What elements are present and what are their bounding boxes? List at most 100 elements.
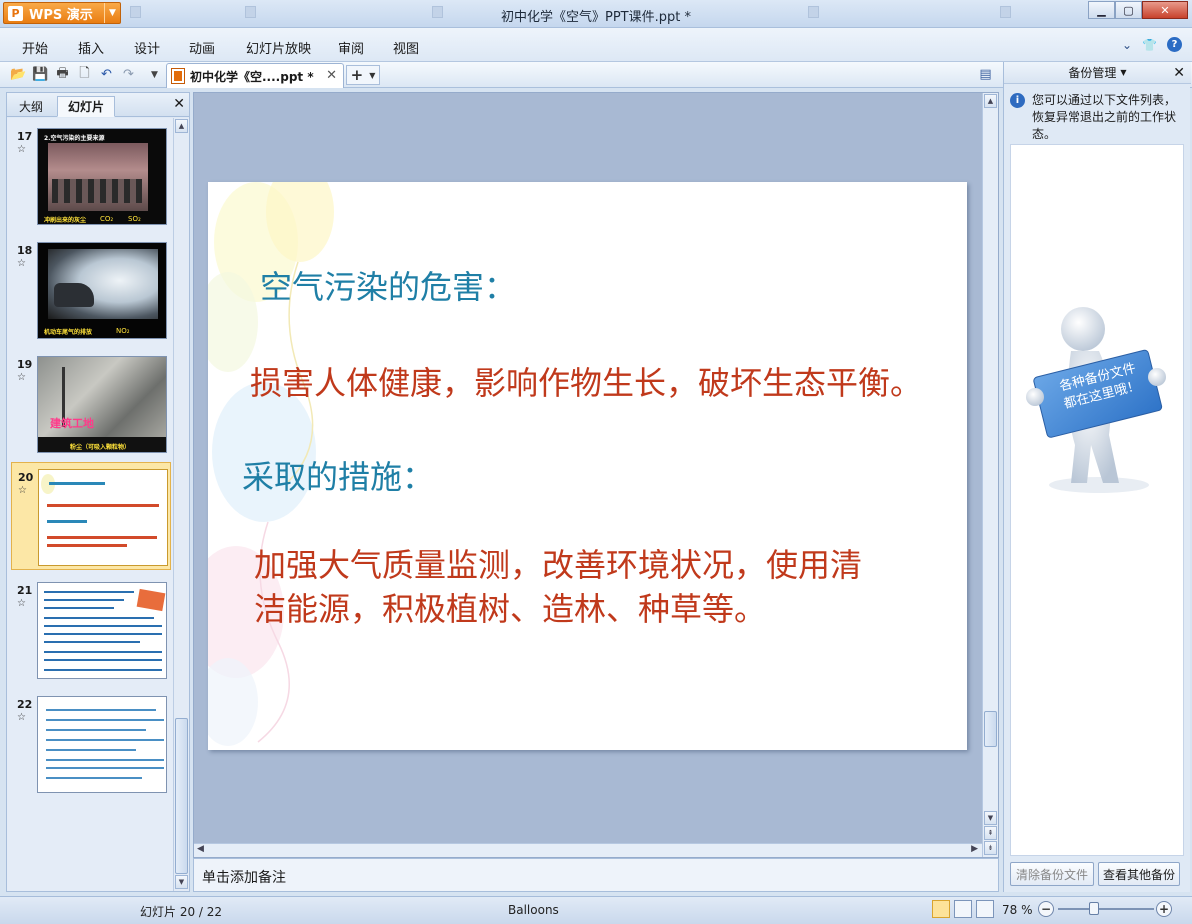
redo-icon[interactable]: ↷ (120, 66, 137, 83)
close-icon[interactable]: ✕ (173, 96, 185, 112)
document-tab[interactable]: 初中化学《空....ppt * ✕ (166, 63, 344, 88)
print-icon[interactable]: 🖶 (54, 66, 71, 83)
backup-panel: 备份管理 ▼ ✕ i 您可以通过以下文件列表，恢复异常退出之前的工作状态。 各种… (1003, 62, 1191, 892)
slide-body-measures-line1[interactable]: 加强大气质量监测，改善环境状况，使用清 (254, 540, 862, 586)
wps-menu-button[interactable]: P WPS 演示 ▼ (3, 2, 121, 24)
current-slide[interactable]: 空气污染的危害： 损害人体健康，影响作物生长，破坏生态平衡。 采取的措施： 加强… (208, 182, 967, 750)
editor-horizontal-scrollbar[interactable]: ◀ ▶ (194, 843, 982, 857)
minimize-button[interactable]: ▁ (1088, 1, 1115, 19)
slide-thumb-17[interactable]: 17 ☆ 2.空气污染的主要来源 冲刷出来的灰尘 CO₂ SO₂ (11, 122, 171, 230)
presentation-file-icon (171, 68, 185, 84)
thumb-caption: 建筑工地 (50, 417, 94, 430)
editor-vertical-scrollbar[interactable]: ▲ ▼ ⇞ ⇟ (982, 93, 998, 857)
animation-star-icon: ☆ (17, 144, 26, 155)
thumb-caption: CO₂ (100, 215, 114, 223)
close-button[interactable]: ✕ (1142, 1, 1188, 19)
thumb-caption: 粉尘（可吸入颗粒物） (70, 444, 131, 451)
save-icon[interactable]: 💾 (32, 66, 49, 83)
backup-mascot-illustration (1026, 307, 1166, 493)
slide-thumb-20[interactable]: 20 ☆ (11, 462, 171, 570)
document-tab-label: 初中化学《空....ppt * (190, 69, 314, 84)
menu-animation[interactable]: 动画 (189, 38, 215, 57)
zoom-in-icon[interactable]: + (1156, 901, 1172, 917)
notes-pane[interactable]: 单击添加备注 (193, 858, 999, 892)
slide-thumbnails: 17 ☆ 2.空气污染的主要来源 冲刷出来的灰尘 CO₂ SO₂ 18 ☆ 机动… (7, 118, 173, 891)
menu-review[interactable]: 审阅 (338, 38, 364, 57)
backup-panel-header[interactable]: 备份管理 ▼ ✕ (1004, 62, 1191, 84)
scroll-right-icon[interactable]: ▶ (971, 844, 978, 854)
help-icon[interactable]: ? (1167, 37, 1182, 52)
menu-right-controls: ⌄ 👕 ? (1122, 37, 1182, 52)
scroll-left-icon[interactable]: ◀ (197, 844, 204, 854)
menu-design[interactable]: 设计 (134, 38, 160, 57)
slide-thumb-22[interactable]: 22 ☆ (11, 690, 171, 798)
info-icon: i (1010, 93, 1025, 108)
background-window-tab[interactable] (432, 6, 512, 22)
maximize-button[interactable]: ▢ (1115, 1, 1142, 19)
slide-thumb-19[interactable]: 19 ☆ 建筑工地 粉尘（可吸入颗粒物） (11, 350, 171, 458)
scroll-up-icon[interactable]: ▲ (175, 119, 188, 133)
normal-view-icon[interactable] (932, 900, 950, 918)
animation-star-icon: ☆ (18, 485, 27, 496)
scrollbar-thumb[interactable] (175, 718, 188, 874)
chevron-down-icon[interactable]: ⌄ (1122, 38, 1132, 52)
scroll-up-icon[interactable]: ▲ (984, 94, 997, 108)
slide-number: 18 (17, 244, 33, 257)
backup-info-text: 您可以通过以下文件列表，恢复异常退出之前的工作状态。 (1032, 93, 1177, 141)
skin-shirt-icon[interactable]: 👕 (1142, 38, 1157, 52)
close-icon[interactable]: ✕ (326, 68, 337, 83)
close-icon[interactable]: ✕ (1173, 65, 1185, 81)
zoom-slider-knob[interactable] (1089, 902, 1099, 915)
chevron-down-icon[interactable]: ▼ (1120, 68, 1126, 77)
slideshow-view-icon[interactable] (976, 900, 994, 918)
scroll-down-icon[interactable]: ▼ (175, 875, 188, 889)
slide-thumb-18[interactable]: 18 ☆ 机动车尾气的排放 NO₂ (11, 236, 171, 344)
slide-heading-measures[interactable]: 采取的措施： (242, 452, 434, 498)
open-folder-icon[interactable]: 📂 (10, 66, 27, 83)
slide-body-hazards[interactable]: 损害人体健康，影响作物生长，破坏生态平衡。 (250, 358, 922, 404)
scroll-down-icon[interactable]: ▼ (984, 811, 997, 825)
slide-sorter-view-icon[interactable] (954, 900, 972, 918)
slide-number: 17 (17, 130, 33, 143)
slide-number: 21 (17, 584, 33, 597)
slide-heading-hazards[interactable]: 空气污染的危害： (260, 262, 516, 308)
slide-thumbnail-image (38, 469, 168, 566)
thumbnails-scrollbar[interactable]: ▲ ▼ (173, 118, 189, 891)
slide-number: 19 (17, 358, 33, 371)
panel-layout-icon[interactable]: ▤ (977, 66, 994, 83)
wps-logo-icon: P (8, 5, 23, 21)
tab-outline[interactable]: 大纲 (9, 96, 53, 117)
undo-icon[interactable]: ↶ (98, 66, 115, 83)
tab-slides[interactable]: 幻灯片 (57, 96, 116, 117)
menu-home[interactable]: 开始 (22, 38, 48, 57)
animation-star-icon: ☆ (17, 712, 26, 723)
customize-toolbar-icon[interactable]: ▼ (146, 66, 163, 83)
panel-tabs: 大纲 幻灯片 ✕ (7, 93, 189, 117)
menu-insert[interactable]: 插入 (78, 38, 104, 57)
zoom-out-icon[interactable]: − (1038, 901, 1054, 917)
slide-body-measures-line2[interactable]: 洁能源，积极植树、造林、种草等。 (254, 584, 766, 630)
print-preview-icon[interactable]: 🗋 (76, 66, 93, 83)
animation-star-icon: ☆ (17, 258, 26, 269)
next-slide-icon[interactable]: ⇟ (984, 841, 997, 855)
new-tab-button[interactable]: + ▼ (346, 65, 380, 85)
background-window-tab[interactable] (245, 6, 395, 22)
view-other-backup-button[interactable]: 查看其他备份 (1098, 862, 1180, 886)
backup-file-list[interactable]: 各种备份文件 都在这里哦！ (1010, 144, 1184, 856)
background-window-tab[interactable] (1000, 6, 1080, 22)
chevron-down-icon[interactable]: ▼ (369, 71, 375, 80)
zoom-slider-track[interactable] (1058, 908, 1154, 910)
slide-thumb-21[interactable]: 21 ☆ (11, 576, 171, 684)
slide-number: 20 (18, 471, 34, 484)
thumb-caption: 冲刷出来的灰尘 (44, 217, 87, 224)
menu-slideshow[interactable]: 幻灯片放映 (246, 38, 311, 57)
slide-thumbnail-image: 2.空气污染的主要来源 冲刷出来的灰尘 CO₂ SO₂ (37, 128, 167, 225)
scrollbar-thumb[interactable] (984, 711, 997, 747)
menu-view[interactable]: 视图 (393, 38, 419, 57)
background-window-tab[interactable] (130, 6, 235, 22)
status-bar: 幻灯片 20 / 22 Balloons 78 % − + (0, 896, 1192, 924)
background-window-tab[interactable] (808, 6, 918, 22)
clear-backup-button[interactable]: 清除备份文件 (1010, 862, 1094, 886)
wps-menu-label: WPS 演示 (29, 7, 93, 23)
previous-slide-icon[interactable]: ⇞ (984, 826, 997, 840)
